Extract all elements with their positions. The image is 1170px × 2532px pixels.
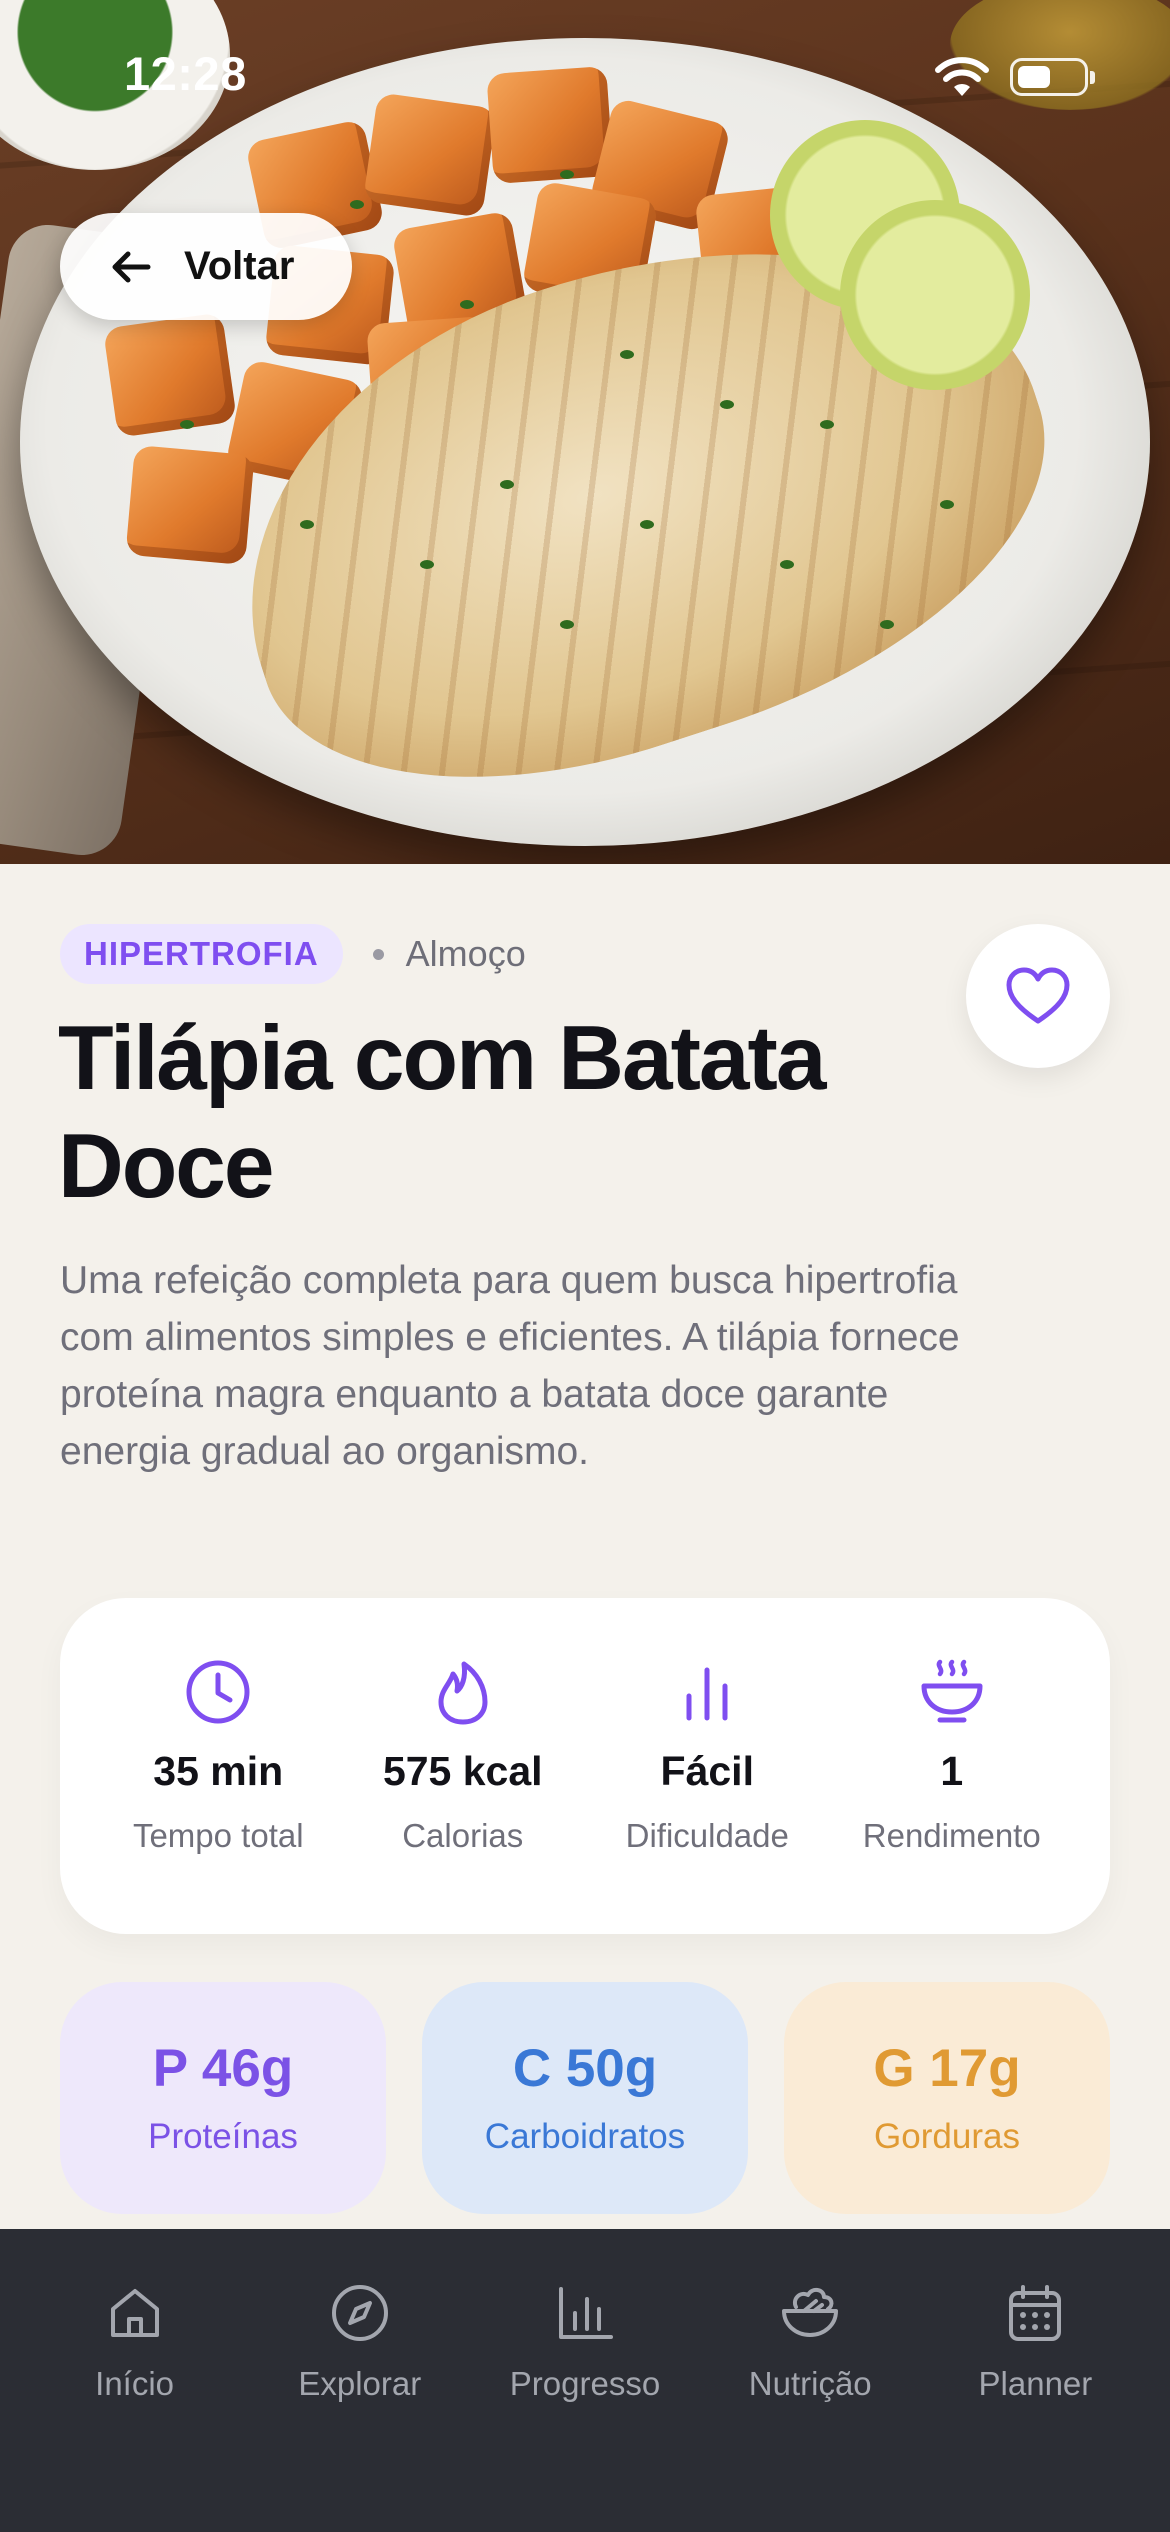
nav-item-nutricao[interactable]: Nutrição [698, 2229, 923, 2532]
battery-icon [1010, 58, 1095, 96]
arrow-left-icon [112, 251, 151, 282]
recipe-tags: HIPERTROFIA Almoço [60, 924, 526, 984]
macro-protein-card: P 46g Proteínas [60, 1982, 386, 2214]
stat-value: 35 min [153, 1748, 284, 1794]
nav-label: Início [95, 2365, 175, 2402]
stat-value: 1 [940, 1748, 964, 1794]
bottom-nav: Início Explorar Progresso Nutrição Plann… [0, 2229, 1170, 2532]
stat-value: Fácil [660, 1748, 754, 1794]
nav-item-inicio[interactable]: Início [22, 2229, 247, 2532]
heart-icon [1006, 967, 1070, 1024]
stat-label: Dificuldade [625, 1817, 789, 1854]
steaming-bowl-icon [921, 1659, 983, 1723]
macro-value: P 46g [152, 2039, 294, 2098]
nav-label: Progresso [509, 2365, 661, 2402]
back-button[interactable]: Voltar [60, 213, 352, 320]
meal-type-label: Almoço [405, 933, 526, 974]
macro-label: Carboidratos [484, 2117, 686, 2156]
wifi-icon [935, 57, 989, 96]
stat-difficulty: Fácil Dificuldade [585, 1598, 830, 1934]
macro-value: G 17g [873, 2039, 1021, 2098]
separator-dot [372, 948, 384, 960]
recipe-title: Tilápia com Batata Doce [58, 1008, 826, 1217]
stat-label: Tempo total [132, 1817, 304, 1854]
stat-label: Calorias [402, 1817, 524, 1854]
recipe-description: Uma refeição completa para quem busca hi… [60, 1259, 960, 1473]
difficulty-bars-icon [686, 1667, 728, 1721]
nav-label: Explorar [298, 2365, 422, 2402]
favorite-button[interactable] [966, 924, 1110, 1068]
nav-label: Planner [978, 2365, 1093, 2402]
calendar-icon [1009, 2285, 1062, 2341]
status-time: 12:28 [124, 47, 247, 100]
stat-calories: 575 kcal Calorias [341, 1598, 586, 1934]
status-bar: 12:28 [0, 0, 1170, 150]
macro-label: Proteínas [148, 2117, 298, 2156]
nav-item-explorar[interactable]: Explorar [247, 2229, 472, 2532]
clock-icon [186, 1660, 250, 1724]
macro-label: Gorduras [874, 2117, 1020, 2156]
macro-fat-card: G 17g Gorduras [784, 1982, 1110, 2214]
recipe-stats-card: 35 min Tempo total 575 kcal Calorias Fác… [60, 1598, 1110, 1934]
nav-item-progresso[interactable]: Progresso [472, 2229, 697, 2532]
stat-label: Rendimento [862, 1817, 1041, 1854]
salad-bowl-icon [782, 2288, 839, 2337]
stat-value: 575 kcal [382, 1748, 543, 1794]
flame-icon [438, 1661, 488, 1725]
macro-carbs-card: C 50g Carboidratos [422, 1982, 748, 2214]
compass-icon [331, 2285, 388, 2341]
stat-total-time: 35 min Tempo total [96, 1598, 341, 1934]
home-icon [110, 2289, 159, 2337]
category-badge[interactable]: HIPERTROFIA [60, 924, 343, 984]
bar-chart-icon [559, 2287, 613, 2339]
nav-label: Nutrição [748, 2365, 872, 2402]
back-button-label: Voltar [184, 244, 295, 288]
macro-value: C 50g [512, 2039, 658, 2098]
stat-servings: 1 Rendimento [830, 1598, 1075, 1934]
nav-item-planner[interactable]: Planner [923, 2229, 1148, 2532]
